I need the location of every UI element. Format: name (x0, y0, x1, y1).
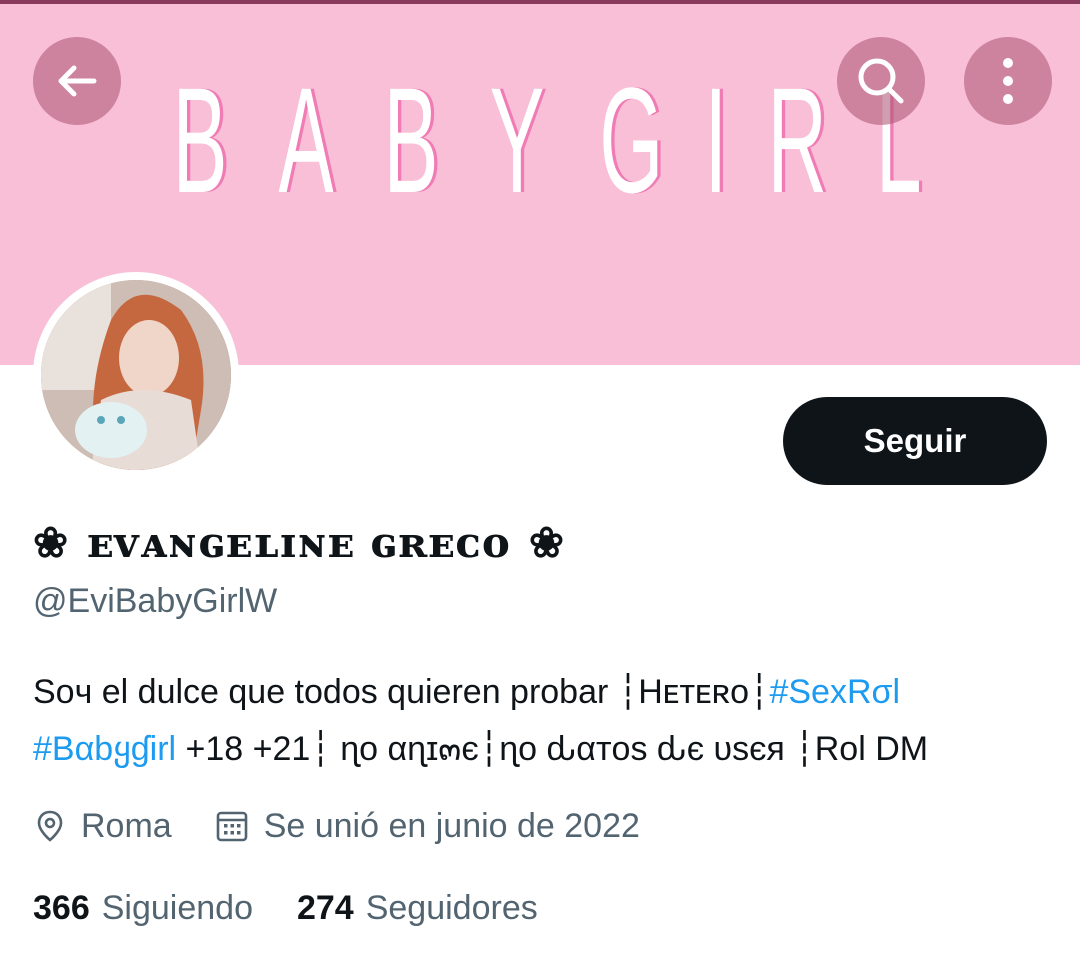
back-button[interactable] (33, 37, 121, 125)
following-link[interactable]: 366 Siguiendo (33, 889, 253, 928)
banner-letter: I (704, 56, 728, 224)
flower-icon: ❀ (33, 517, 70, 567)
banner-letter: Y (489, 56, 545, 224)
flower-icon: ❀ (528, 517, 566, 567)
profile-bio: Soч el dulce que todos quieren probar ┆H… (33, 664, 1043, 778)
following-label: Siguiendo (101, 888, 253, 927)
display-name: ❀ ᴇᴠᴀɴɢᴇʟɪɴᴇ ɢʀᴇᴄᴏ ❀ (33, 512, 565, 572)
location-pin-icon (37, 810, 63, 842)
more-vertical-icon (1003, 58, 1013, 104)
banner-letter: G (599, 56, 664, 224)
follow-button[interactable]: Seguir (783, 397, 1047, 485)
hashtag-link[interactable]: #SexRσl (769, 673, 900, 711)
followers-link[interactable]: 274 Seguidores (297, 889, 538, 928)
profile-avatar[interactable] (33, 272, 239, 478)
location-item: Roma (33, 807, 172, 846)
arrow-left-icon (58, 65, 97, 97)
hashtag-link[interactable]: #Bαbყɠirl (33, 730, 176, 768)
profile-meta: Roma Se unió en junio de 2022 (33, 800, 682, 852)
location-text: Roma (81, 806, 172, 845)
banner-letter: A (278, 56, 334, 224)
profile-handle: @EviBabyGirlW (33, 582, 278, 620)
banner-letter: B (172, 56, 228, 224)
banner-text: BABYGIRL (150, 60, 940, 220)
bio-text: +18 +21┆ ɳo αɳɪ๓є┆ɳo ԃαтos ԃє υsєя ┆Rol … (176, 730, 929, 768)
joined-text: Se unió en junio de 2022 (263, 806, 640, 845)
profile-stats: 366 Siguiendo 274 Seguidores (33, 882, 582, 934)
following-count: 366 (33, 888, 90, 927)
search-button[interactable] (837, 37, 925, 125)
bio-text: Soч el dulce que todos quieren probar ┆H… (33, 673, 770, 711)
calendar-icon (216, 811, 248, 842)
display-name-text: ᴇᴠᴀɴɢᴇʟɪɴᴇ ɢʀᴇᴄᴏ (87, 517, 511, 567)
banner-letter: B (383, 56, 439, 224)
followers-label: Seguidores (365, 888, 538, 927)
more-options-button[interactable] (964, 37, 1052, 125)
followers-count: 274 (296, 888, 354, 927)
banner-letter: R (766, 56, 827, 224)
joined-item: Se unió en junio de 2022 (214, 807, 640, 846)
search-icon (858, 58, 904, 104)
avatar-photo (41, 280, 231, 470)
